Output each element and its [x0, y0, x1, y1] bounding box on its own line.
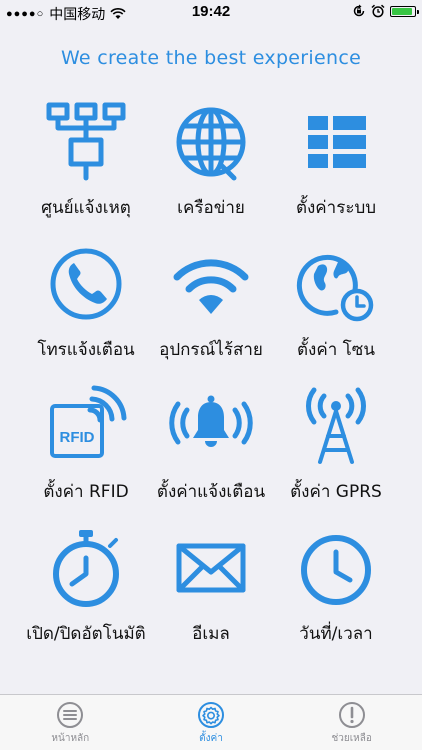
menu-item-label: ตั้งค่าแจ้งเตือน [156, 482, 266, 502]
phone-icon [44, 242, 128, 326]
battery-level [392, 7, 412, 15]
list-view-icon [294, 100, 378, 184]
menu-item-label: อีเมล [192, 624, 230, 644]
menu-item-label: ศูนย์แจ้งเหตุ [41, 198, 131, 218]
antenna-icon [294, 384, 378, 468]
bell-alert-icon [169, 384, 253, 468]
status-right [352, 4, 419, 18]
network-hierarchy-icon [44, 100, 128, 184]
menu-item-email[interactable]: อีเมล [141, 526, 281, 656]
menu-item-call-alert[interactable]: โทรแจ้งเตือน [16, 242, 156, 372]
rfid-card-icon: RFID [44, 384, 128, 468]
menu-item-label: วันที่/เวลา [299, 624, 373, 644]
tab-home[interactable]: หน้าหลัก [0, 695, 141, 750]
menu-item-label: โทรแจ้งเตือน [37, 340, 135, 360]
tab-label: ช่วยเหลือ [331, 733, 372, 744]
world-clock-icon [294, 242, 378, 326]
menu-item-rfid-settings[interactable]: RFID ตั้งค่า RFID [16, 384, 156, 514]
menu-item-date-time[interactable]: วันที่/เวลา [266, 526, 406, 656]
battery-icon [390, 5, 419, 17]
menu-item-label: อุปกรณ์ไร้สาย [159, 340, 263, 360]
menu-icon [57, 702, 84, 728]
menu-item-alert-settings[interactable]: ตั้งค่าแจ้งเตือน [141, 384, 281, 514]
menu-item-label: ตั้งค่า GPRS [290, 482, 382, 502]
menu-item-label: เครือข่าย [177, 198, 245, 218]
clock-icon [294, 526, 378, 610]
tab-help[interactable]: ช่วยเหลือ [281, 695, 422, 750]
menu-item-label: ตั้งค่าระบบ [295, 198, 377, 218]
menu-item-label: ตั้งค่า RFID [43, 482, 129, 502]
tagline: We create the best experience [60, 47, 362, 69]
rotation-lock-icon [353, 4, 365, 17]
stopwatch-icon [44, 526, 128, 610]
envelope-icon [169, 526, 253, 610]
tab-settings[interactable]: ตั้งค่า [141, 695, 282, 750]
tab-bar: หน้าหลัก ตั้งค่า ช่วยเหลือ [0, 694, 422, 750]
help-icon [338, 702, 365, 728]
menu-item-alarm-center[interactable]: ศูนย์แจ้งเหตุ [16, 100, 156, 230]
menu-item-label: เปิด/ปิดอัตโนมัติ [26, 624, 146, 644]
menu-item-label: ตั้งค่า โซน [297, 340, 375, 360]
menu-item-system-settings[interactable]: ตั้งค่าระบบ [266, 100, 406, 230]
tab-label: หน้าหลัก [51, 733, 90, 744]
tab-label: ตั้งค่า [199, 733, 223, 744]
rfid-card-text: RFID [60, 429, 95, 446]
status-bar: ●●●●○ 中国移动 19:42 [0, 0, 422, 24]
wifi-signal-icon [169, 242, 253, 326]
menu-item-gprs-settings[interactable]: ตั้งค่า GPRS [266, 384, 406, 514]
globe-icon [169, 100, 253, 184]
menu-item-wireless-device[interactable]: อุปกรณ์ไร้สาย [141, 242, 281, 372]
alarm-icon [371, 4, 385, 18]
menu-item-auto-on-off[interactable]: เปิด/ปิดอัตโนมัติ [16, 526, 156, 656]
menu-item-network[interactable]: เครือข่าย [141, 100, 281, 230]
gear-icon [198, 702, 224, 728]
menu-item-zone-settings[interactable]: ตั้งค่า โซน [266, 242, 406, 372]
